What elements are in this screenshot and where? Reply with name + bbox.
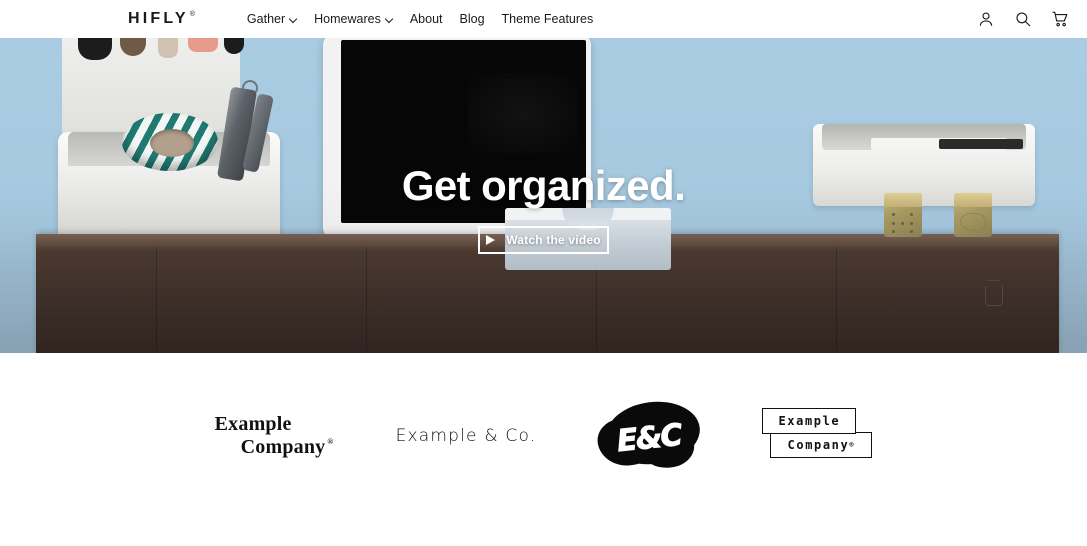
account-icon[interactable] (977, 10, 995, 28)
registered-mark: ® (327, 436, 334, 446)
nav-item-label: Gather (246, 11, 286, 26)
blob-shape: E&C (594, 396, 704, 474)
logo-text-block: Example Company ® (215, 413, 334, 459)
hero-content: Get organized. Watch the video (0, 38, 1087, 353)
search-icon[interactable] (1014, 10, 1032, 28)
logo-line-2: Company ® (240, 435, 334, 458)
nav-item-blog[interactable]: Blog (460, 13, 485, 26)
nav-item-theme-features[interactable]: Theme Features (502, 13, 594, 26)
site-logo[interactable]: HIFLY ® (128, 11, 195, 27)
play-icon (486, 235, 496, 246)
nav-item-about[interactable]: About (410, 13, 443, 26)
logo-example-company-boxed[interactable]: Example Company ® (762, 393, 873, 479)
watch-video-button[interactable]: Watch the video (478, 226, 609, 255)
site-logo-text: HIFLY (128, 10, 189, 27)
hero-banner: Get organized. Watch the video (0, 38, 1087, 353)
logo-line-2: Company (787, 437, 850, 452)
cart-icon[interactable] (1051, 10, 1069, 28)
registered-mark: ® (189, 11, 195, 18)
watch-video-label: Watch the video (506, 233, 601, 248)
chevron-down-icon (386, 15, 393, 22)
brand-logo-bar: Example Company ® Example & Co. E&C Examp… (0, 353, 1087, 546)
nav-item-homewares[interactable]: Homewares (314, 13, 393, 26)
logo-example-company-serif[interactable]: Example Company ® (215, 393, 334, 479)
nav-item-label: Homewares (314, 11, 381, 26)
registered-mark: ® (849, 440, 856, 449)
nav-item-label: Theme Features (501, 11, 594, 26)
hero-title: Get organized. (401, 161, 686, 209)
header-actions (977, 10, 1069, 28)
chevron-down-icon (290, 15, 297, 22)
main-navigation: Gather Homewares About Blog Theme Featur… (247, 13, 593, 26)
nav-item-label: Blog (459, 11, 485, 26)
logo-box-1: Example (762, 407, 857, 434)
site-header: HIFLY ® Gather Homewares About Blog Them… (0, 0, 1087, 38)
logo-example-and-co[interactable]: Example & Co. (396, 393, 537, 479)
logo-e-and-c-blob[interactable]: E&C (594, 393, 704, 479)
logo-line-1: Example (778, 413, 841, 428)
logo-text: Example & Co. (395, 425, 537, 446)
logo-line-1: Example (214, 412, 292, 435)
boxed-logo: Example Company ® (762, 407, 873, 464)
nav-item-gather[interactable]: Gather (247, 13, 297, 26)
logo-box-2: Company ® (770, 431, 873, 458)
nav-item-label: About (409, 11, 443, 26)
